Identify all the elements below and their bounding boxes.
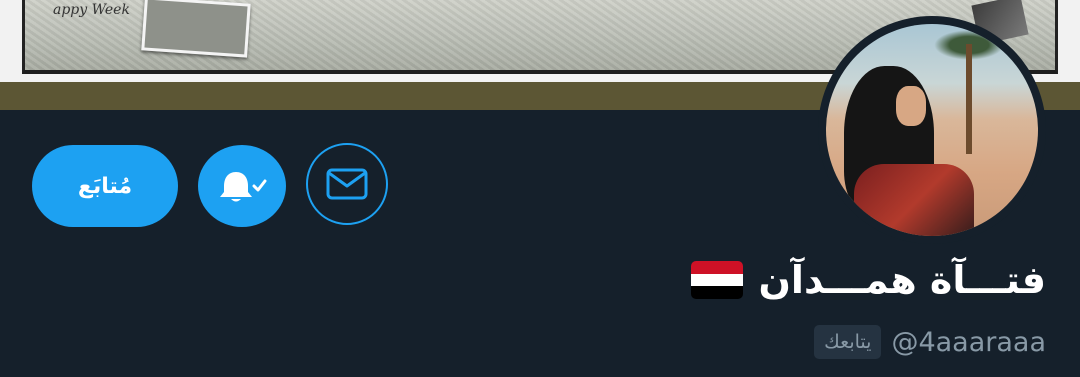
avatar-figure-dress <box>854 164 974 236</box>
avatar-image <box>826 24 1038 236</box>
name-row: فتـــآة همـــدآن <box>690 252 1047 308</box>
banner-photo-frame <box>141 0 251 58</box>
handle-row: يتابعك @4aaaraaa <box>814 320 1046 364</box>
avatar-palm-trunk <box>966 44 972 154</box>
avatar-figure-face <box>896 86 926 126</box>
username-handle: @4aaaraaa <box>891 326 1046 358</box>
banner-caption: appy Week <box>53 2 130 18</box>
flag-stripe-white <box>690 273 743 287</box>
flag-stripe-black <box>690 286 743 299</box>
message-button[interactable] <box>306 143 388 225</box>
yemen-flag-icon <box>690 261 743 299</box>
bell-check-icon <box>220 172 267 202</box>
profile-avatar[interactable] <box>818 16 1046 244</box>
following-button[interactable]: مُتابَع <box>32 145 178 227</box>
envelope-icon <box>326 168 368 200</box>
flag-stripe-red <box>690 261 743 274</box>
follows-you-badge: يتابعك <box>814 325 882 359</box>
display-name: فتـــآة همـــدآن <box>758 258 1047 302</box>
notifications-button[interactable] <box>198 145 286 227</box>
